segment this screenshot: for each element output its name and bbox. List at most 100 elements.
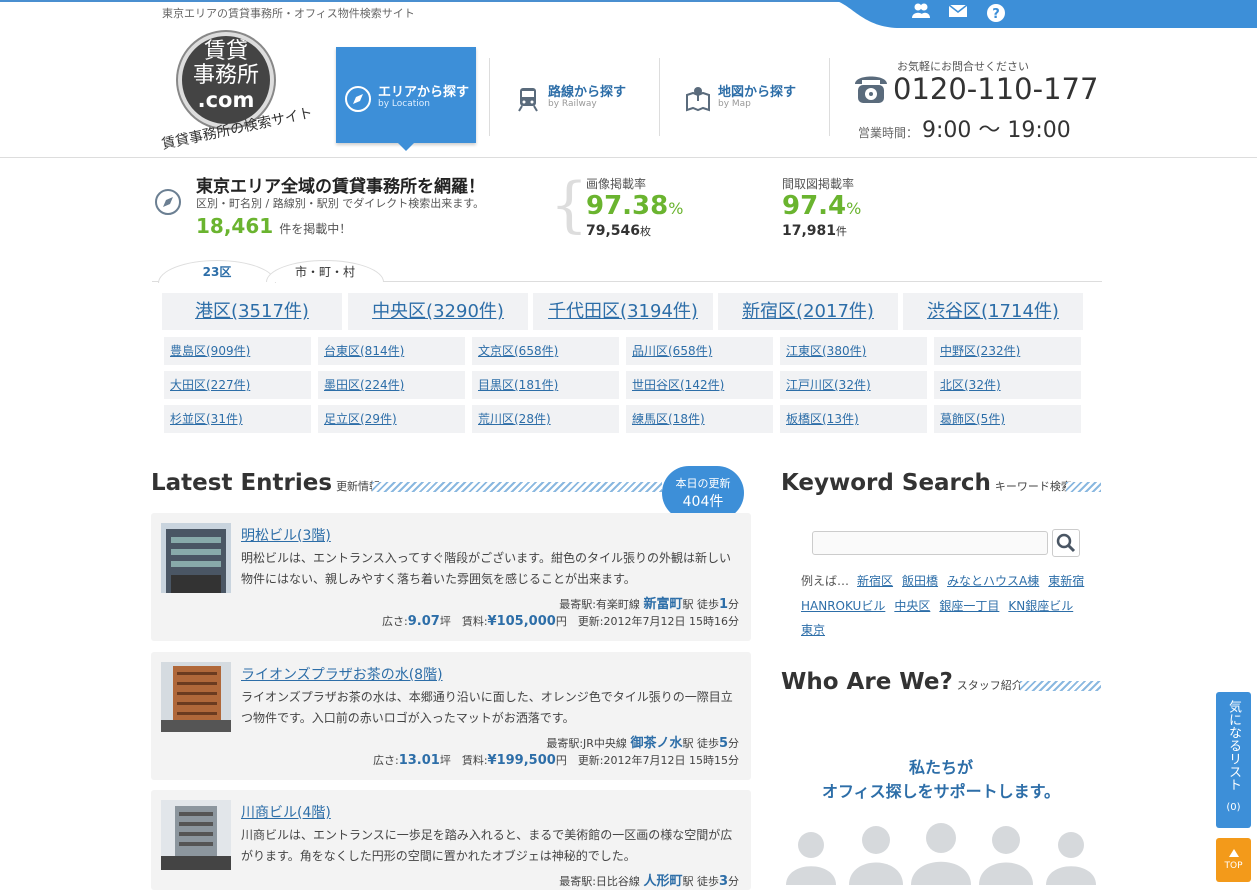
back-to-top-button[interactable]: TOP: [1216, 838, 1251, 882]
entry-desc: 川商ビルは、エントランスに一歩足を踏み入れると、まるで美術館の一区画の様な空間が…: [241, 828, 733, 863]
staff-silhouettes-image: [781, 810, 1101, 885]
keyword-link[interactable]: KN銀座ビル: [1008, 599, 1073, 613]
ward-link[interactable]: 大田区(227件): [164, 371, 311, 399]
map-icon: [686, 87, 710, 112]
favorites-count: (0): [1226, 802, 1241, 813]
entry-title[interactable]: 川商ビル(4階): [241, 802, 331, 822]
entry-desc: ライオンズプラザお茶の水は、本郷通り沿いに面した、オレンジ色でタイル張りの一際目…: [241, 690, 733, 725]
stat-unit: %: [846, 199, 862, 218]
today-update-badge: 本日の更新 404件: [662, 466, 744, 531]
keyword-search-heading: Keyword Search キーワード検索: [781, 470, 1072, 496]
entry-card: ライオンズプラザお茶の水(8階) ライオンズプラザお茶の水は、本郷通り沿いに面し…: [151, 652, 751, 780]
staff-icon[interactable]: [910, 3, 932, 25]
stat-count: 17,981: [782, 223, 837, 239]
entry-title[interactable]: 明松ビル(3階): [241, 525, 331, 545]
tab-23-wards[interactable]: 23区: [158, 260, 276, 283]
ward-link[interactable]: 北区(32件): [934, 371, 1081, 399]
ward-link[interactable]: 江戸川区(32件): [780, 371, 927, 399]
keyword-link[interactable]: HANROKUビル: [801, 599, 885, 613]
example-label: 例えば…: [801, 574, 850, 588]
keyword-search-input[interactable]: [812, 531, 1048, 555]
tab-cities[interactable]: 市・町・村: [266, 260, 384, 282]
stat-image-rate: 画像掲載率 97.38% 79,546枚: [586, 175, 683, 239]
nav-label: 地図から探す: [718, 85, 797, 100]
ward-link[interactable]: 台東区(814件): [318, 337, 465, 365]
nav-tab-railway[interactable]: 路線から探す by Railway: [506, 47, 646, 143]
ward-link[interactable]: 品川区(658件): [626, 337, 773, 365]
latest-entries-heading: Latest Entries 更新情報: [151, 470, 381, 496]
keyword-link[interactable]: 中央区: [894, 599, 930, 613]
stat-label: 画像掲載率: [586, 177, 647, 191]
keyword-examples-row: HANROKUビル 中央区 銀座一丁目 KN銀座ビル: [801, 597, 1082, 614]
keyword-link[interactable]: みなとハウスA棟: [947, 574, 1039, 588]
building-photo[interactable]: [161, 662, 231, 732]
keyword-link[interactable]: 東新宿: [1048, 574, 1084, 588]
ward-link-chuo[interactable]: 中央区(3290件): [348, 293, 528, 330]
stat-unit: %: [668, 199, 684, 218]
logo-line3: .com: [197, 88, 255, 112]
ward-link[interactable]: 世田谷区(142件): [626, 371, 773, 399]
building-photo[interactable]: [161, 523, 231, 593]
stat-count: 79,546: [586, 223, 641, 239]
ward-link[interactable]: 目黒区(181件): [472, 371, 619, 399]
ward-link[interactable]: 足立区(29件): [318, 405, 465, 433]
search-icon: [1056, 533, 1076, 553]
keyword-link[interactable]: 新宿区: [857, 574, 893, 588]
nav-sublabel: by Railway: [548, 99, 597, 109]
ward-link-minato[interactable]: 港区(3517件): [162, 293, 342, 330]
site-logo[interactable]: 賃貸 事務所 .com 賃貸事務所の検索サイト: [160, 30, 314, 153]
who-are-we-heading: Who Are We? スタッフ紹介: [781, 669, 1023, 695]
ward-link-shinjuku[interactable]: 新宿区(2017件): [718, 293, 898, 330]
entry-desc: 明松ビルは、エントランス入ってすぐ階段がございます。紺色のタイル張りの外観は新し…: [241, 551, 731, 586]
ward-link[interactable]: 豊島区(909件): [164, 337, 311, 365]
summary-headline: 東京エリア全域の賃貸事務所を網羅！: [196, 177, 485, 197]
help-icon[interactable]: ?: [985, 3, 1007, 25]
top-utility-bar: ?: [830, 0, 1257, 34]
mail-icon[interactable]: [947, 3, 969, 25]
count-suffix: 件を掲載中！: [279, 222, 352, 236]
keyword-link[interactable]: 飯田橋: [902, 574, 938, 588]
ward-link-chiyoda[interactable]: 千代田区(3194件): [533, 293, 713, 330]
ward-link-shibuya[interactable]: 渋谷区(1714件): [903, 293, 1083, 330]
stat-pct: 97.38: [586, 191, 669, 221]
phone-number[interactable]: 0120-110-177: [893, 72, 1098, 106]
staff-line1: 私たちが: [908, 758, 973, 777]
nav-tab-location[interactable]: エリアから探す by Location: [336, 47, 476, 151]
ward-link[interactable]: 杉並区(31件): [164, 405, 311, 433]
ward-link[interactable]: 板橋区(13件): [780, 405, 927, 433]
ward-link[interactable]: 荒川区(28件): [472, 405, 619, 433]
entry-station: 最寄駅:JR中央線 御茶ノ水駅 徒歩5分: [546, 736, 739, 751]
ward-link[interactable]: 中野区(232件): [934, 337, 1081, 365]
keyword-link[interactable]: 銀座一丁目: [939, 599, 999, 613]
favorites-label: 気になるリスト: [1226, 700, 1241, 791]
ward-link[interactable]: 練馬区(18件): [626, 405, 773, 433]
arrow-up-icon: [1228, 849, 1239, 857]
compass-icon: [345, 86, 371, 112]
staff-line2: オフィス探しをサポートします。: [821, 782, 1061, 801]
badge-count: 404件: [682, 494, 724, 510]
entry-meta: 広さ:13.01坪 賃料:¥199,500円 更新:2012年7月12日 15時…: [372, 753, 739, 768]
ward-link[interactable]: 文京区(658件): [472, 337, 619, 365]
ward-link[interactable]: 葛飾区(5件): [934, 405, 1081, 433]
top-label: TOP: [1224, 861, 1243, 871]
count-value: 18,461: [196, 214, 274, 238]
favorites-list-tab[interactable]: 気になるリスト (0): [1216, 692, 1251, 828]
logo-line1: 賃貸: [203, 39, 248, 64]
summary-desc: 区別・町名別 / 路線別・駅別 でダイレクト検索出来ます。: [196, 197, 485, 210]
keyword-link[interactable]: 東京: [801, 623, 825, 637]
nav-tab-map[interactable]: 地図から探す by Map: [676, 47, 816, 143]
listing-count: 18,461 件を掲載中！: [196, 214, 351, 238]
entry-card: 川商ビル(4階) 川商ビルは、エントランスに一歩足を踏み入れると、まるで美術館の…: [151, 790, 751, 890]
nav-sublabel: by Location: [378, 99, 430, 109]
entry-card: 明松ビル(3階) 明松ビルは、エントランス入ってすぐ階段がございます。紺色のタイ…: [151, 513, 751, 641]
nav-label: エリアから探す: [378, 85, 470, 100]
who-are-we-sub: スタッフ紹介: [956, 679, 1023, 692]
search-button[interactable]: [1052, 529, 1080, 557]
stat-count-unit: 件: [836, 225, 848, 238]
building-photo[interactable]: [161, 800, 231, 870]
entry-station: 最寄駅:日比谷線 人形町駅 徒歩3分: [559, 874, 739, 889]
ward-link[interactable]: 江東区(380件): [780, 337, 927, 365]
ward-link[interactable]: 墨田区(224件): [318, 371, 465, 399]
entry-title[interactable]: ライオンズプラザお茶の水(8階): [241, 664, 443, 684]
badge-label: 本日の更新: [675, 477, 731, 490]
